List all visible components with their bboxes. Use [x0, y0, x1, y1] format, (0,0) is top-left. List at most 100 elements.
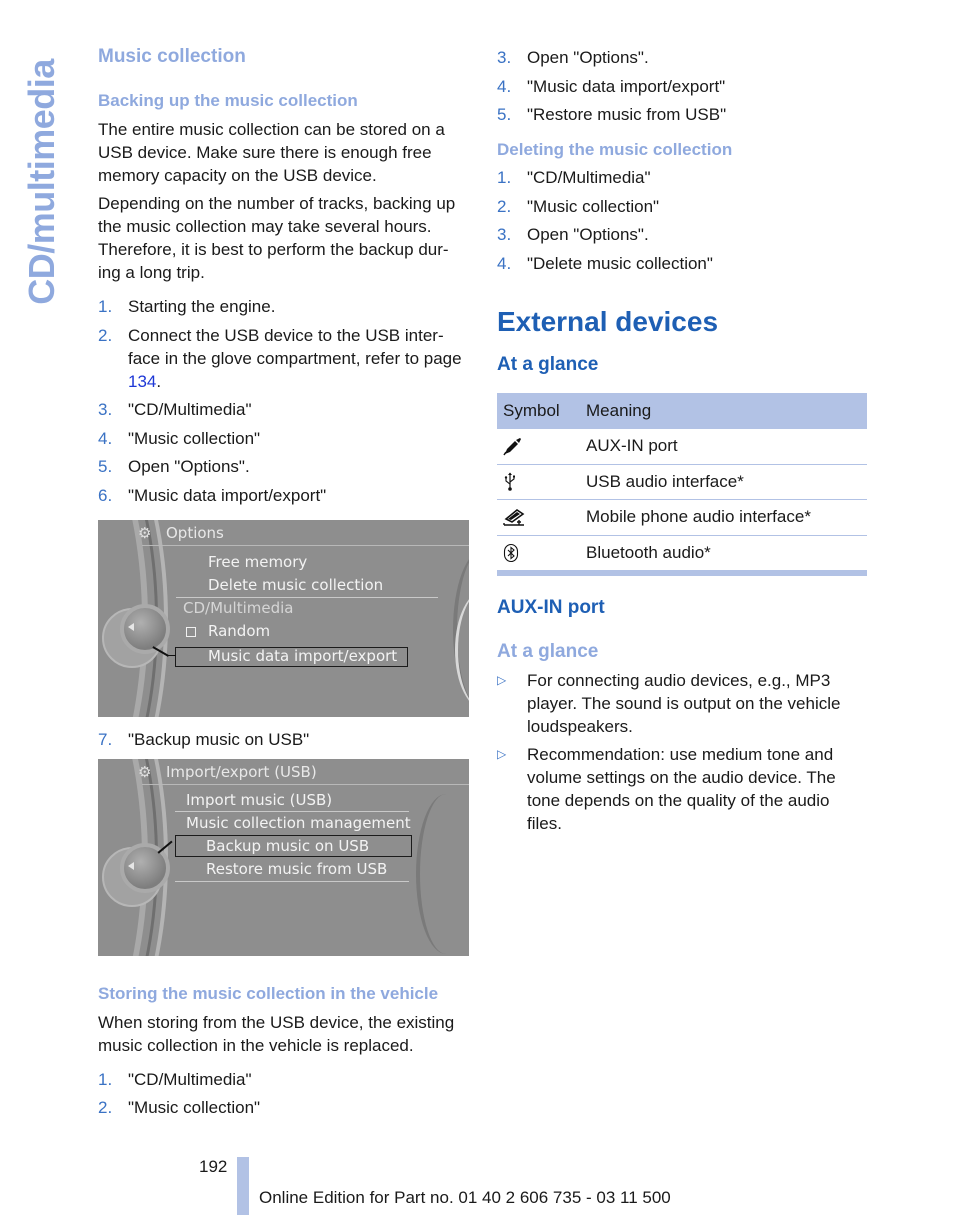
left-column: Music collection Backing up the music co…: [98, 44, 470, 1125]
random-checkbox: [186, 626, 196, 637]
backup-step-7-list: 7. "Backup music on USB": [98, 728, 470, 751]
aux-plug-icon: [503, 438, 521, 456]
step-text: "Music collection": [128, 428, 261, 448]
step-number: 4.: [497, 76, 512, 96]
list-item: 4. "Music data import/export": [497, 75, 869, 98]
table-row: AUX-IN port: [497, 428, 867, 465]
step-number: 1.: [98, 1069, 113, 1089]
table-bottom-bar-cell: [497, 570, 867, 576]
step-number: 6.: [98, 485, 113, 505]
section-title-music-collection: Music collection: [98, 46, 246, 67]
list-item: 2. "Music collection": [98, 1096, 470, 1119]
screen-title-row: ⚙ Import/export (USB): [138, 761, 317, 783]
list-item: 5. "Restore music from USB": [497, 103, 869, 126]
step-number: 5.: [98, 457, 113, 476]
options-gear-icon: ⚙: [138, 762, 152, 781]
column-header-symbol: Symbol: [497, 392, 586, 429]
menu-item-music-collection-management: Music collection management: [186, 813, 411, 832]
menu-item-music-data-import-export: Music data import/export: [208, 646, 398, 665]
section-title-external-devices: External devices: [497, 305, 719, 337]
symbol-cell: [497, 428, 586, 465]
symbol-cell: [497, 464, 586, 500]
step-number: 3.: [497, 48, 512, 67]
step-text: "Music collection": [527, 196, 660, 216]
idrive-screen-options: ⚙ Options Free memory Delete music colle…: [98, 519, 469, 717]
step-text: Open "Options".: [527, 225, 649, 244]
list-item: ▷ Recommendation: use medium tone and vo…: [497, 743, 869, 835]
bullet-text: For connecting audio devices, e.g., MP3 …: [527, 670, 841, 736]
subsection-title-backup: Backing up the music collection: [98, 91, 358, 110]
storing-steps-continued-list: 3. Open "Options". 4. "Music data import…: [497, 46, 869, 126]
list-item: 2. Connect the USB device to the USB int…: [98, 324, 470, 393]
list-item: 1. "CD/Multimedia": [497, 166, 869, 189]
subsection-title-storing: Storing the music collection in the vehi…: [98, 983, 439, 1003]
page-number: 192: [199, 1157, 228, 1176]
storing-steps-list: 1. "CD/Multimedia" 2. "Music collection": [98, 1068, 470, 1120]
step-number: 3.: [497, 225, 512, 244]
step-number: 4.: [497, 253, 512, 273]
options-gear-icon: ⚙: [138, 523, 152, 542]
step-text: "Backup music on USB": [128, 729, 310, 749]
menu-item-random: Random: [208, 621, 271, 640]
footer-accent-bar: [237, 1157, 249, 1215]
symbol-cell: [497, 535, 586, 571]
step-text: "Music collection": [128, 1098, 261, 1117]
list-item: 1. "CD/Multimedia": [98, 1068, 470, 1091]
step-text: "CD/Multimedia": [527, 168, 651, 187]
storing-paragraph: When storing from the USB device, the ex…: [98, 1012, 455, 1055]
edition-footer-text: Online Edition for Part no. 01 40 2 606 …: [259, 1188, 671, 1207]
column-header-meaning: Meaning: [586, 392, 867, 429]
step-text-part: Connect the USB device to the USB inter-…: [128, 325, 462, 368]
step-text: Open "Options".: [527, 48, 649, 67]
knob-left-arrow-icon: [128, 622, 134, 631]
idrive-screen-import-export: ⚙ Import/export (USB) Import music (USB)…: [98, 758, 469, 956]
step-number: 2.: [98, 1098, 113, 1117]
step-text: "Music data import/export": [128, 485, 327, 505]
screen-title-row: ⚙ Options: [138, 522, 224, 544]
right-column: 3. Open "Options". 4. "Music data import…: [497, 44, 869, 840]
step-number: 5.: [497, 105, 512, 124]
menu-item-restore-music-from-usb: Restore music from USB: [206, 859, 388, 878]
menu-separator: [175, 880, 409, 882]
symbol-table: Symbol Meaning AUX-IN port USB audio int…: [497, 392, 867, 576]
backup-paragraph-2: Depending on the number of tracks, backi…: [98, 194, 456, 282]
list-item: 3. "CD/Multimedia": [98, 398, 470, 421]
step-number: 4.: [98, 428, 113, 448]
list-item: 2. "Music collection": [497, 195, 869, 218]
step-text: "CD/Multimedia": [128, 1069, 252, 1089]
subsection-title-at-a-glance: At a glance: [497, 353, 599, 375]
menu-group-cd-multimedia: CD/Multimedia: [183, 598, 294, 617]
meaning-cell: USB audio interface*: [586, 464, 867, 500]
backup-paragraph-1: The entire music collection can be store…: [98, 120, 445, 185]
list-item: 6. "Music data import/export": [98, 484, 470, 507]
menu-item-import-music-usb: Import music (USB): [186, 790, 333, 809]
step-number: 1.: [497, 168, 512, 187]
meaning-cell: Bluetooth audio*: [586, 535, 867, 571]
bullet-text: Recommendation: use medium tone and volu…: [527, 744, 836, 833]
step-text: "CD/Multimedia": [128, 400, 252, 419]
screen-title: Import/export (USB): [166, 762, 317, 781]
menu-item-free-memory: Free memory: [208, 552, 308, 571]
list-item: 3. Open "Options".: [497, 223, 869, 246]
meaning-cell: Mobile phone audio interface*: [586, 499, 867, 536]
bullet-triangle-icon: ▷: [497, 672, 507, 687]
page-reference-link[interactable]: 134: [128, 372, 156, 391]
list-item: 3. Open "Options".: [497, 46, 869, 69]
menu-item-delete-music-collection: Delete music collection: [208, 575, 384, 594]
step-text: Connect the USB device to the USB inter-…: [128, 324, 470, 393]
step-number: 3.: [98, 400, 113, 419]
step-text: Open "Options".: [128, 457, 250, 476]
bullet-triangle-icon: ▷: [497, 746, 507, 761]
list-item: ▷ For connecting audio devices, e.g., MP…: [497, 669, 869, 738]
subsection-title-aux-in-port: AUX-IN port: [497, 596, 605, 618]
list-item: 1. Starting the engine.: [98, 295, 470, 318]
step-number: 1.: [98, 297, 113, 316]
screen-title-divider: [142, 544, 469, 546]
step-text: "Restore music from USB": [527, 105, 727, 124]
subsection-title-deleting: Deleting the music collection: [497, 140, 733, 159]
usb-icon: [504, 472, 515, 491]
chapter-side-tab: CD/multimedia: [21, 44, 62, 320]
step-text: "Music data import/export": [527, 76, 726, 96]
step-text: "Delete music collection": [527, 253, 713, 273]
menu-separator: [175, 810, 409, 812]
